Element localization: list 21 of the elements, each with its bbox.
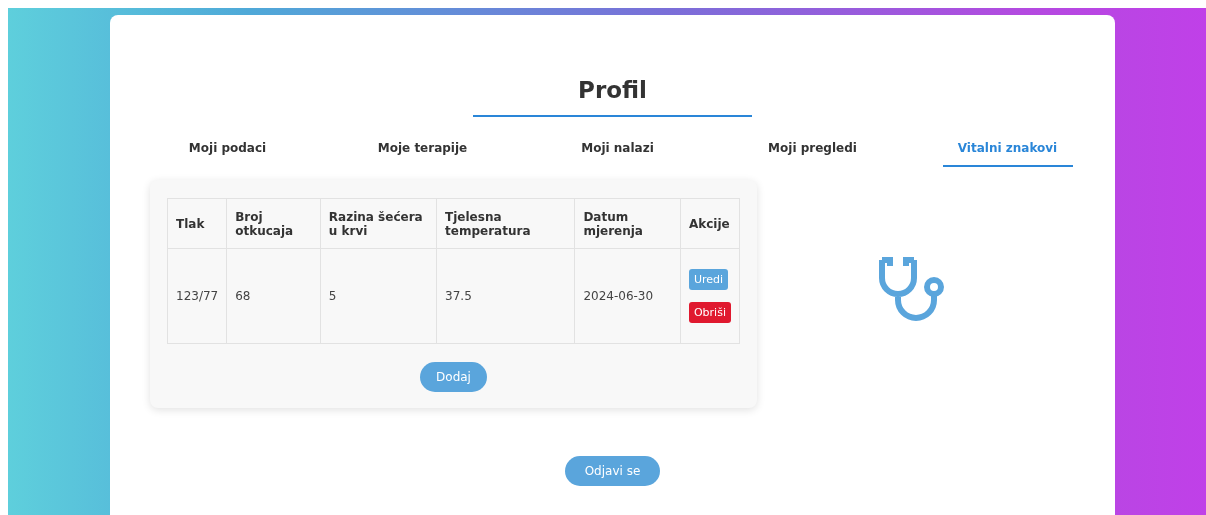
logout-button[interactable]: Odjavi se [564,456,661,486]
column-header: Akcije [680,198,740,249]
page-title: Profil [473,77,752,117]
tab[interactable]: Vitalni znakovi [942,137,1073,167]
add-button[interactable]: Dodaj [420,362,487,392]
tab[interactable]: Moje terapije [357,137,488,167]
edit-button[interactable]: Uredi [688,269,729,290]
table-cell: 2024-06-30 [574,248,681,344]
column-header: Datum mjerenja [574,198,681,249]
table-cell: 123/77 [167,248,227,344]
table-cell: 5 [320,248,437,344]
tab[interactable]: Moji pregledi [747,137,878,167]
column-header: Tjelesna temperatura [436,198,575,249]
column-header: Broj otkucaja [226,198,321,249]
delete-button[interactable]: Obriši [688,302,731,323]
table-cell: 37.5 [436,248,575,344]
tab[interactable]: Moji nalazi [552,137,683,167]
column-header: Razina šećera u krvi [320,198,437,249]
table-cell: 68 [226,248,321,344]
tab[interactable]: Moji podaci [162,137,293,167]
column-header: Tlak [167,198,227,249]
